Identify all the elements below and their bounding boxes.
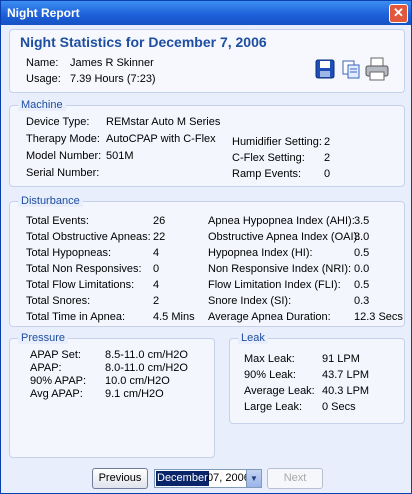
device-type-value: REMstar Auto M Series — [106, 116, 221, 128]
leak-90-label: 90% Leak: — [244, 369, 296, 381]
hypopneas-label: Total Hypopneas: — [26, 247, 111, 259]
name-value: James R Skinner — [70, 57, 154, 69]
copy-icon[interactable] — [340, 58, 362, 80]
fli-label: Flow Limitation Index (FLI): — [208, 279, 341, 291]
page-title: Night Statistics for December 7, 2006 — [20, 34, 267, 50]
ahi-value: 3.5 — [354, 215, 370, 227]
cflex-setting-value: 2 — [324, 152, 331, 164]
cflex-setting-label: C-Flex Setting: — [232, 152, 305, 164]
avg-apnea-duration-label: Average Apnea Duration: — [208, 311, 331, 323]
max-leak-value: 91 LPM — [322, 353, 360, 365]
name-label: Name: — [26, 57, 59, 69]
hi-value: 0.5 — [354, 247, 370, 259]
print-icon[interactable] — [364, 56, 390, 82]
machine-panel: Machine Device Type: REMstar Auto M Seri… — [9, 99, 405, 187]
non-responsives-label: Total Non Responsives: — [26, 263, 142, 275]
flow-limitations-value: 4 — [153, 279, 160, 291]
obstructive-apneas-value: 22 — [153, 231, 166, 243]
serial-number-label: Serial Number: — [26, 167, 100, 179]
snores-label: Total Snores: — [26, 295, 91, 307]
avg-apap-label: Avg APAP: — [30, 388, 83, 400]
therapy-mode-value: AutoCPAP with C-Flex — [106, 133, 216, 145]
date-picker[interactable]: December 07, 2006 ▼ — [154, 469, 262, 488]
machine-legend: Machine — [18, 99, 66, 111]
total-events-label: Total Events: — [26, 215, 89, 227]
previous-button[interactable]: Previous — [92, 468, 148, 489]
average-leak-value: 40.3 LPM — [322, 385, 370, 397]
usage-label: Usage: — [26, 73, 61, 85]
time-in-apnea-value: 4.5 Mins — [153, 311, 195, 323]
avg-apnea-duration-value: 12.3 Secs — [354, 311, 403, 323]
fli-value: 0.5 — [354, 279, 370, 291]
model-number-label: Model Number: — [26, 150, 102, 162]
snores-value: 2 — [153, 295, 160, 307]
apap-90-label: 90% APAP: — [30, 375, 87, 387]
oai-label: Obstructive Apnea Index (OAI): — [208, 231, 361, 243]
obstructive-apneas-label: Total Obstructive Apneas: — [26, 231, 151, 243]
average-leak-label: Average Leak: — [244, 385, 315, 397]
hypopneas-value: 4 — [153, 247, 160, 259]
date-month[interactable]: December — [156, 471, 209, 486]
disturbance-legend: Disturbance — [18, 195, 83, 207]
apap-value: 8.0-11.0 cm/H2O — [105, 362, 188, 374]
avg-apap-value: 9.1 cm/H2O — [105, 388, 164, 400]
nri-value: 0.0 — [354, 263, 370, 275]
title-bar[interactable]: Night Report ✕ — [1, 1, 411, 25]
leak-panel: Leak Max Leak: 91 LPM 90% Leak: 43.7 LPM… — [229, 332, 405, 424]
flow-limitations-label: Total Flow Limitations: — [26, 279, 135, 291]
date-day-year[interactable]: 07, 2006 — [207, 471, 250, 486]
device-type-label: Device Type: — [26, 116, 90, 128]
oai-value: 3.0 — [354, 231, 370, 243]
apap-set-label: APAP Set: — [30, 349, 81, 361]
disturbance-panel: Disturbance Total Events: 26 Total Obstr… — [9, 195, 405, 327]
pressure-panel: Pressure APAP Set: 8.5-11.0 cm/H2O APAP:… — [9, 332, 215, 458]
ramp-events-label: Ramp Events: — [232, 168, 302, 180]
total-events-value: 26 — [153, 215, 166, 227]
large-leak-label: Large Leak: — [244, 401, 303, 413]
save-icon[interactable] — [314, 58, 336, 80]
time-in-apnea-label: Total Time in Apnea: — [26, 311, 126, 323]
apap-set-value: 8.5-11.0 cm/H2O — [105, 349, 188, 361]
leak-90-value: 43.7 LPM — [322, 369, 370, 381]
ahi-label: Apnea Hypopnea Index (AHI): — [208, 215, 355, 227]
si-label: Snore Index (SI): — [208, 295, 292, 307]
ramp-events-value: 0 — [324, 168, 331, 180]
usage-value: 7.39 Hours (7:23) — [70, 73, 156, 85]
si-value: 0.3 — [354, 295, 370, 307]
therapy-mode-label: Therapy Mode: — [26, 133, 100, 145]
dropdown-arrow-icon[interactable]: ▼ — [246, 470, 261, 487]
nri-label: Non Responsive Index (NRI): — [208, 263, 352, 275]
humidifier-setting-value: 2 — [324, 136, 331, 148]
header-panel: Night Statistics for December 7, 2006 Na… — [9, 29, 405, 93]
leak-legend: Leak — [238, 332, 268, 344]
max-leak-label: Max Leak: — [244, 353, 295, 365]
large-leak-value: 0 Secs — [322, 401, 356, 413]
night-report-window: Night Report ✕ Night Statistics for Dece… — [0, 0, 412, 494]
next-button[interactable]: Next — [267, 468, 323, 489]
pressure-legend: Pressure — [18, 332, 69, 344]
humidifier-setting-label: Humidifier Setting: — [232, 136, 322, 148]
non-responsives-value: 0 — [153, 263, 160, 275]
window-title: Night Report — [7, 6, 80, 20]
apap-90-value: 10.0 cm/H2O — [105, 375, 170, 387]
close-icon[interactable]: ✕ — [389, 4, 408, 23]
apap-label: APAP: — [30, 362, 62, 374]
model-number-value: 501M — [106, 150, 134, 162]
hi-label: Hypopnea Index (HI): — [208, 247, 313, 259]
